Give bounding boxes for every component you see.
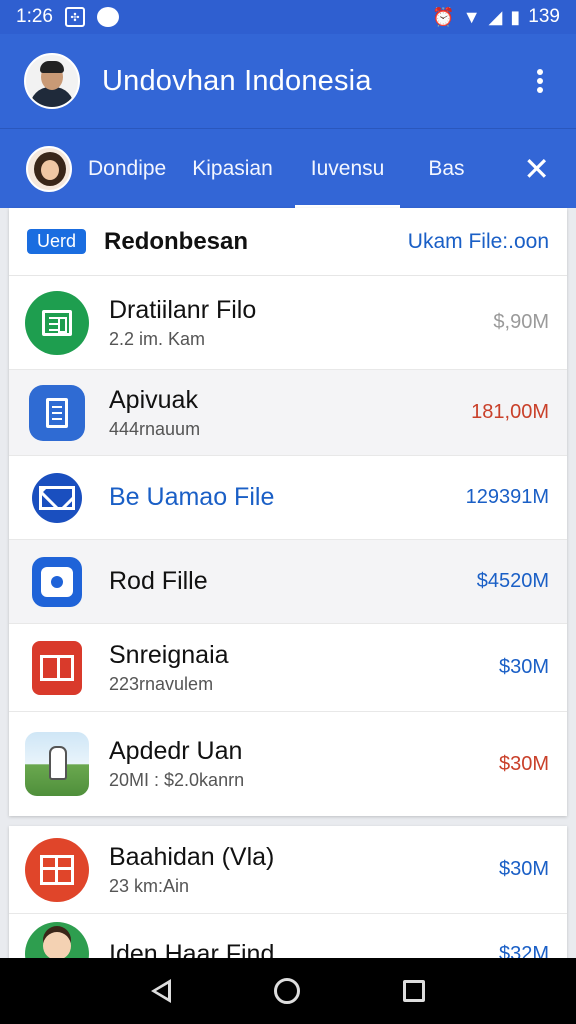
battery-level: 139 [528, 6, 560, 27]
doc-icon [25, 290, 89, 355]
chat-icon [32, 556, 82, 607]
file-meta: 20MI : $2.0kanrn [109, 770, 245, 790]
list-item[interactable]: Snreignaia 223rnavulem $30M [9, 624, 567, 712]
tab-iuvensu[interactable]: Iuvensu [294, 129, 400, 209]
avatar-suit [30, 87, 74, 107]
file-meta: 444rnauum [109, 418, 201, 439]
grid-icon [25, 837, 89, 902]
close-icon[interactable]: ✕ [523, 153, 550, 185]
photo-icon [25, 732, 89, 796]
file-size: 129391M [465, 486, 549, 508]
sheet-icon [29, 384, 85, 441]
alarm-icon: ⏰ [432, 6, 455, 27]
tab-bar: Dondipe Kipasian Iuvensu Bas ✕ [0, 128, 576, 209]
back-icon[interactable] [151, 979, 172, 1003]
file-name: Baahidan (Vla) [109, 842, 275, 871]
app-bar: Undovhan Indonesia [0, 34, 576, 128]
file-size: $30M [498, 858, 549, 880]
list-item[interactable]: Apdedr Uan 20MI : $2.0kanrn $30M [9, 712, 567, 816]
tab-dondipe[interactable]: Dondipe [88, 129, 166, 209]
list-item[interactable]: Baahidan (Vla) 23 km:Ain $30M [9, 826, 567, 914]
file-name: Snreignaia [109, 640, 229, 669]
tab-kipasian[interactable]: Kipasian [192, 129, 273, 209]
profile-avatar[interactable] [26, 145, 72, 192]
list-item[interactable]: Apivuak 444rnauum 181,00M [9, 370, 567, 456]
file-name: Dratiilanr Filo [109, 295, 257, 324]
wifi-icon: ▼ [462, 6, 481, 27]
signal-icon: ◢ [488, 6, 503, 27]
list-header: Uerd Redonbesan Ukam File:.oon [9, 208, 567, 276]
file-link[interactable]: Ukam File:.oon [408, 230, 549, 254]
avatar-hair [40, 61, 64, 73]
file-name: Rod Fille [109, 567, 208, 595]
file-meta: 23 km:Ain [109, 875, 190, 896]
avatar[interactable] [24, 53, 80, 109]
list-title: Redonbesan [104, 227, 249, 255]
tab-bas[interactable]: Bas [428, 129, 464, 209]
file-size: $30M [498, 752, 549, 775]
book-icon [32, 640, 82, 695]
status-bar: 1:26 ✣ ⏰ ▼ ◢ ▮ 139 [0, 0, 576, 34]
file-size: 181,00M [471, 401, 549, 423]
navigation-bar [0, 958, 576, 1024]
home-icon[interactable] [273, 978, 300, 1004]
user-badge: Uerd [27, 229, 87, 254]
battery-icon: ▮ [510, 6, 521, 27]
file-name: Be Uamao File [109, 483, 275, 511]
file-size: $30M [498, 656, 549, 678]
list-item[interactable]: Rod Fille $4520M [9, 540, 567, 624]
file-name: Apivuak [109, 385, 198, 414]
more-options-icon[interactable] [528, 65, 552, 97]
file-size: $4520M [476, 570, 549, 592]
file-meta: 2.2 im. Kam [109, 328, 206, 349]
app-title: Undovhan Indonesia [102, 64, 372, 97]
list-item[interactable]: Dratiilanr Filo 2.2 im. Kam $,90M [9, 276, 567, 370]
mail-icon [32, 472, 82, 523]
file-size: $,90M [493, 311, 549, 333]
recent-apps-icon[interactable] [402, 980, 425, 1002]
list-item[interactable]: Be Uamao File 129391M [9, 456, 567, 540]
file-name: Apdedr Uan [109, 737, 243, 765]
file-list-card-2: Baahidan (Vla) 23 km:Ain $30M Iden Haar … [9, 826, 567, 966]
status-time: 1:26 [16, 6, 53, 27]
notification-icon: ✣ [64, 7, 85, 27]
file-meta: 223rnavulem [109, 673, 214, 694]
chat-notification-icon [96, 7, 119, 27]
file-list-card: Uerd Redonbesan Ukam File:.oon Dratiilan… [9, 208, 567, 816]
